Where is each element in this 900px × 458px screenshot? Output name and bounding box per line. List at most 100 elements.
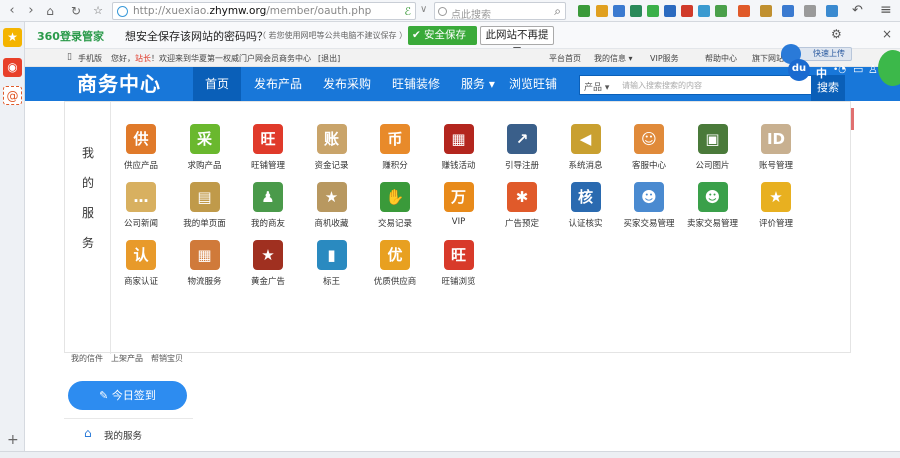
window-icon[interactable]: ▭ <box>853 63 863 76</box>
close-icon[interactable]: × <box>882 27 892 41</box>
nav-services[interactable]: 服务 ▾ <box>461 67 495 101</box>
service-item[interactable]: 核认证核实 <box>555 182 617 229</box>
site-search-input[interactable]: 产品 ▾ 请输入搜索搜索的内容 <box>579 75 819 95</box>
extension-icon[interactable] <box>760 5 772 17</box>
service-item[interactable]: ☻ 卖家交易管理 <box>682 182 744 229</box>
service-item[interactable]: ☺ 客服中心 <box>618 124 680 171</box>
service-item[interactable]: ▦ 赚钱活动 <box>428 124 490 171</box>
service-item[interactable]: 旺旺铺管理 <box>237 124 299 171</box>
service-item[interactable]: ID 账号管理 <box>745 124 807 171</box>
service-icon: 旺 <box>253 124 283 154</box>
site-top-strip: ▯ 手机版 您好，站长！欢迎来到华夏第一权威门户网会员商务中心 [退出] 平台首… <box>25 49 900 67</box>
nav-home[interactable]: 首页 <box>193 67 242 101</box>
service-item[interactable]: ▮ 标王 <box>301 240 363 287</box>
mobile-icon: ▯ <box>67 52 72 62</box>
favorites-icon[interactable]: ★ <box>3 28 22 47</box>
my-info-link[interactable]: 我的信息 ▾ <box>594 53 633 64</box>
service-item[interactable]: ✱ 广告预定 <box>491 182 553 229</box>
my-services-panel: 我 的 服 务 供供应产品采求购产品旺旺铺管理账资金记录币赚积分 ▦ 赚钱活动 ↗ 引导… <box>64 101 851 354</box>
service-item[interactable]: ▦ 物流服务 <box>174 240 236 287</box>
service-item[interactable]: ▤ 我的单页面 <box>174 182 236 229</box>
forward-icon[interactable]: › <box>23 3 39 19</box>
service-item[interactable]: ▣ 公司图片 <box>682 124 744 171</box>
search-placeholder: 点此搜索 <box>451 10 491 21</box>
mail-icon[interactable]: @ <box>3 86 22 105</box>
service-item[interactable]: ★ 评价管理 <box>745 182 807 229</box>
mobile-version-link[interactable]: 手机版 <box>78 53 102 64</box>
extension-icon[interactable] <box>715 5 727 17</box>
service-icon: 采 <box>189 124 220 154</box>
browser-search-input[interactable]: 点此搜索 ⌕ <box>434 2 566 21</box>
extension-icon[interactable] <box>804 5 816 17</box>
nav-publish-purchase[interactable]: 发布采购 <box>323 67 371 101</box>
extension-icon[interactable] <box>681 5 693 17</box>
my-mail-link[interactable]: 我的信件 <box>71 353 103 364</box>
service-item[interactable]: 万 VIP <box>428 182 490 227</box>
safe-save-button[interactable]: ✔ 安全保存 <box>408 26 477 45</box>
address-bar[interactable]: http://xuexiao.zhymw.org/member/oauth.ph… <box>112 2 416 20</box>
search-category-select[interactable]: 产品 ▾ <box>584 80 609 93</box>
extension-icon[interactable] <box>596 5 608 17</box>
undo-icon[interactable]: ↶ <box>852 3 863 18</box>
refresh-icon[interactable]: ↻ <box>68 3 84 19</box>
extension-icon[interactable] <box>738 5 750 17</box>
nav-shop-decor[interactable]: 旺铺装修 <box>392 67 440 101</box>
vip-service-link[interactable]: VIP服务 <box>650 53 679 64</box>
back-icon[interactable]: ‹ <box>4 3 20 19</box>
service-item[interactable]: ♟ 我的商友 <box>237 182 299 229</box>
browser-sidebar: ★ ◉ @ + <box>0 22 25 458</box>
search-icon[interactable]: ⌕ <box>554 4 561 19</box>
extension-icon[interactable] <box>698 5 710 17</box>
service-item[interactable]: 账资金记录 <box>301 124 363 171</box>
service-item[interactable]: 采求购产品 <box>174 124 236 171</box>
tool-icon[interactable]: •◔ <box>833 65 846 75</box>
panel-title-char: 的 <box>82 176 95 190</box>
nav-publish-product[interactable]: 发布产品 <box>254 67 302 101</box>
extension-icon[interactable] <box>613 5 625 17</box>
home-icon[interactable]: ⌂ <box>42 3 58 19</box>
logout-link[interactable]: [退出] <box>318 53 340 64</box>
service-item[interactable]: 旺旺铺浏览 <box>428 240 490 287</box>
wechat-icon[interactable] <box>647 5 659 17</box>
extension-icon[interactable] <box>826 5 838 17</box>
service-item[interactable]: ★ 黄金广告 <box>237 240 299 287</box>
weibo-icon[interactable]: ◉ <box>3 58 22 77</box>
service-item[interactable]: 认商家认证 <box>110 240 172 287</box>
star-icon[interactable]: ☆ <box>90 3 106 19</box>
service-item[interactable]: 币赚积分 <box>364 124 426 171</box>
save-note: （ 若您使用网吧等公共电脑不建议保存 ） <box>258 31 408 40</box>
shield-icon[interactable] <box>578 5 590 17</box>
lightning-icon[interactable]: ℰ <box>404 5 411 18</box>
baidu-du-icon[interactable]: du <box>788 59 810 81</box>
service-item[interactable]: ☻ 买家交易管理 <box>618 182 680 229</box>
service-item[interactable]: ★ 商机收藏 <box>301 182 363 229</box>
extension-icon[interactable] <box>782 5 794 17</box>
help-sell-link[interactable]: 帮销宝贝 <box>151 353 183 364</box>
help-center-link[interactable]: 帮助中心 <box>705 53 737 64</box>
service-item[interactable]: 优优质供应商 <box>364 240 426 287</box>
extension-icon[interactable] <box>664 5 676 17</box>
sister-sites-link[interactable]: 旗下网站 <box>752 53 784 64</box>
chevron-down-icon[interactable]: ∨ <box>420 4 427 15</box>
speed-ball-icon[interactable] <box>878 50 900 86</box>
add-icon[interactable]: + <box>7 432 19 448</box>
my-services-link[interactable]: 我的服务 <box>104 428 142 442</box>
platform-home-link[interactable]: 平台首页 <box>549 53 581 64</box>
nav-browse-shops[interactable]: 浏览旺铺 <box>509 67 557 101</box>
extension-icon[interactable] <box>630 5 642 17</box>
lang-switch[interactable]: 中 <box>816 65 827 81</box>
service-item[interactable]: … 公司新闻 <box>110 182 172 229</box>
checkin-button[interactable]: ✎ 今日签到 <box>68 381 187 410</box>
service-label: 物流服务 <box>187 277 222 287</box>
user-icon[interactable]: ♙ <box>868 63 878 76</box>
service-label: 求购产品 <box>187 161 222 171</box>
service-item[interactable]: ◀ 系统消息 <box>555 124 617 171</box>
gear-icon[interactable]: ⚙ <box>831 27 842 41</box>
menu-icon[interactable]: ≡ <box>880 2 892 18</box>
service-icon: 核 <box>570 182 601 212</box>
listed-products-link[interactable]: 上架产品 <box>111 353 143 364</box>
service-item[interactable]: 供供应产品 <box>110 124 172 171</box>
service-item[interactable]: ↗ 引导注册 <box>491 124 553 171</box>
service-item[interactable]: ✋ 交易记录 <box>364 182 426 229</box>
never-remind-button[interactable]: 此网站不再提示 <box>480 26 554 58</box>
